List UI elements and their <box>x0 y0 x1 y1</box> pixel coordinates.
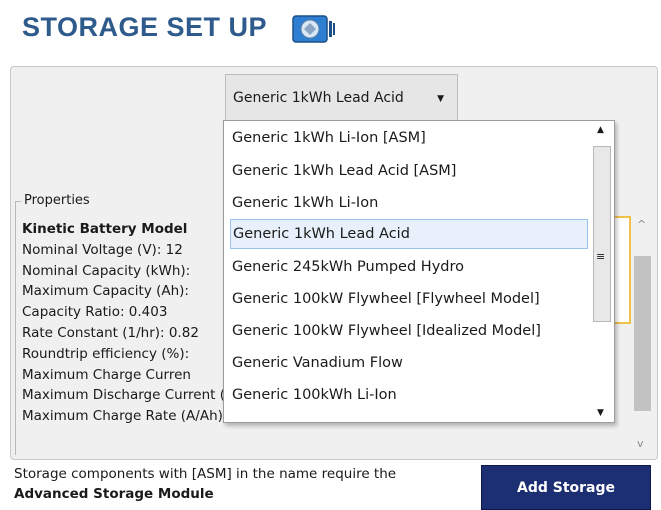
dropdown-option[interactable]: Generic 1kWh Li-Ion [ASM] <box>230 123 588 153</box>
properties-scrollbar[interactable]: ^ v <box>632 216 654 454</box>
scroll-down-icon[interactable]: ▼ <box>597 408 604 418</box>
add-storage-button[interactable]: Add Storage <box>481 465 651 510</box>
asm-note-line: Storage components with [ASM] in the nam… <box>14 466 397 482</box>
dropdown-scrollbar-thumb[interactable] <box>593 146 611 322</box>
scroll-up-icon[interactable]: ▲ <box>597 125 604 135</box>
dropdown-option[interactable]: Generic 1kWh Li-Ion <box>230 188 588 218</box>
dropdown-option[interactable]: Generic Vanadium Flow <box>230 348 588 378</box>
grip-icon: ≡ <box>596 250 606 263</box>
scroll-down-icon[interactable]: v <box>637 437 644 450</box>
dropdown-option[interactable]: Generic 100kW Flywheel [Idealized Model] <box>230 316 588 346</box>
scrollbar-thumb[interactable] <box>634 256 651 411</box>
dropdown-option[interactable]: Generic 100kW Flywheel [Flywheel Model] <box>230 284 588 314</box>
storage-type-select[interactable]: Generic 1kWh Lead Acid ▼ <box>225 74 458 121</box>
asm-module-name: Advanced Storage Module <box>14 486 214 502</box>
dropdown-option[interactable]: Generic 245kWh Pumped Hydro <box>230 252 588 282</box>
asm-note: Storage components with [ASM] in the nam… <box>14 464 484 504</box>
page-title: STORAGE SET UP <box>22 12 268 42</box>
dropdown-option-selected[interactable]: Generic 1kWh Lead Acid <box>230 219 588 249</box>
properties-legend: Properties <box>22 193 92 208</box>
dropdown-scrollbar[interactable]: ▲ ≡ ▼ <box>592 121 612 422</box>
scroll-up-icon[interactable]: ^ <box>637 218 646 231</box>
storage-type-dropdown: Generic 1kWh Li-Ion [ASM] Generic 1kWh L… <box>223 120 615 423</box>
storage-type-value: Generic 1kWh Lead Acid <box>233 89 404 106</box>
battery-icon <box>292 15 335 43</box>
chevron-down-icon: ▼ <box>437 94 444 104</box>
dropdown-option[interactable]: Generic 100kWh Li-Ion <box>230 380 588 410</box>
dropdown-option[interactable]: Generic 1kWh Lead Acid [ASM] <box>230 156 588 186</box>
